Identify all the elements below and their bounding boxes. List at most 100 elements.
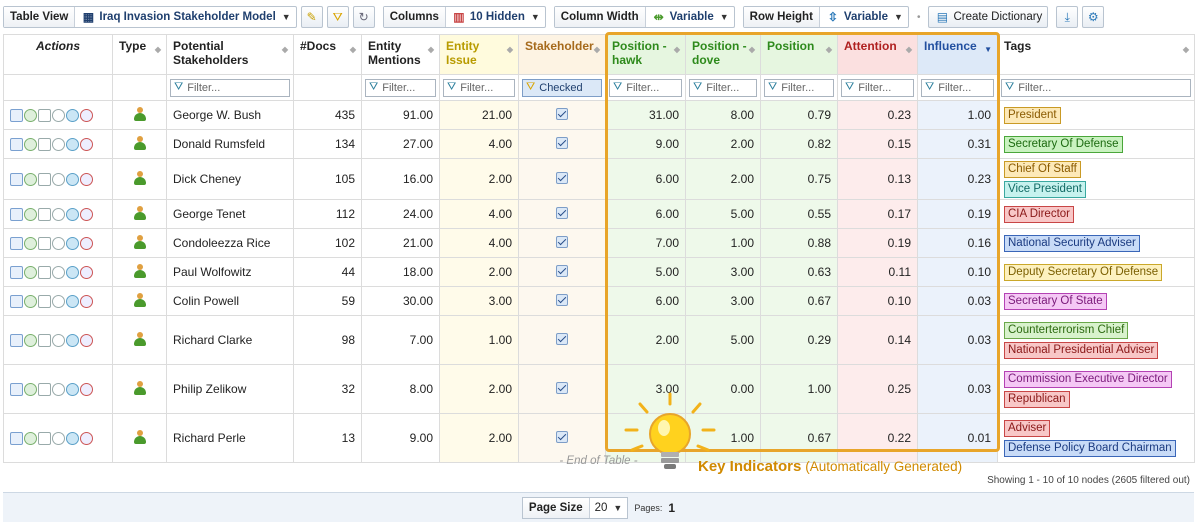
tag[interactable]: Vice President	[1004, 181, 1086, 198]
filter-position[interactable]: ⛛ Filter...	[764, 78, 834, 97]
network-icon[interactable]	[24, 236, 37, 250]
table-row[interactable]: Colin Powell 59 30.00 3.00 6.00 3.00 0.67 0.10 0…	[3, 286, 1195, 316]
row-height-selector[interactable]: Row Height ⇳ Variable ▼	[742, 6, 909, 28]
tag[interactable]: Secretary Of State	[1004, 293, 1107, 310]
col-position[interactable]: Position ◆	[760, 34, 838, 75]
col-type[interactable]: Type ◆	[112, 34, 167, 75]
tag[interactable]: Adviser	[1004, 420, 1051, 437]
network-icon[interactable]	[24, 137, 37, 151]
delete-icon[interactable]	[80, 108, 93, 122]
columns-selector[interactable]: Columns ▥ 10 Hidden ▼	[382, 6, 546, 28]
col-position-dove[interactable]: Position - dove ◆	[685, 34, 761, 75]
delete-icon[interactable]	[80, 294, 93, 308]
globe-icon[interactable]	[66, 382, 79, 396]
col-entity-mentions[interactable]: Entity Mentions ◆	[361, 34, 440, 75]
graph-icon[interactable]	[10, 207, 23, 221]
graph-icon[interactable]	[10, 172, 23, 186]
col-attention[interactable]: Attention ◆	[837, 34, 918, 75]
document-icon[interactable]	[38, 382, 51, 396]
stakeholder-checkbox[interactable]	[556, 293, 568, 306]
table-view-selector[interactable]: Table View ▦ Iraq Invasion Stakeholder M…	[3, 6, 297, 28]
tag[interactable]: National Presidential Adviser	[1004, 342, 1159, 359]
magnify-icon[interactable]	[52, 431, 65, 445]
table-row[interactable]: George Tenet 112 24.00 4.00 6.00 5.00 0.55 0.17…	[3, 199, 1195, 229]
delete-icon[interactable]	[80, 207, 93, 221]
graph-icon[interactable]	[10, 382, 23, 396]
document-icon[interactable]	[38, 431, 51, 445]
magnify-icon[interactable]	[52, 236, 65, 250]
create-dictionary-button[interactable]: ▤ Create Dictionary	[928, 6, 1049, 28]
globe-icon[interactable]	[66, 265, 79, 279]
delete-icon[interactable]	[80, 172, 93, 186]
filter-influence[interactable]: ⛛ Filter...	[921, 78, 994, 97]
network-icon[interactable]	[24, 431, 37, 445]
cell-name[interactable]: George Tenet	[166, 199, 294, 229]
delete-icon[interactable]	[80, 236, 93, 250]
filter-attention[interactable]: ⛛ Filter...	[841, 78, 914, 97]
filter-stakeholder[interactable]: ⛛ Checked	[522, 78, 602, 97]
stakeholder-checkbox[interactable]	[556, 264, 568, 277]
tag[interactable]: Deputy Secretary Of Defense	[1004, 264, 1163, 281]
globe-icon[interactable]	[66, 207, 79, 221]
stakeholder-checkbox[interactable]	[556, 136, 568, 149]
magnify-icon[interactable]	[52, 172, 65, 186]
graph-icon[interactable]	[10, 333, 23, 347]
globe-icon[interactable]	[66, 431, 79, 445]
tag[interactable]: Secretary Of Defense	[1004, 136, 1123, 153]
filter-position-hawk[interactable]: ⛛ Filter...	[609, 78, 682, 97]
graph-icon[interactable]	[10, 431, 23, 445]
page-number[interactable]: 1	[668, 501, 675, 515]
graph-icon[interactable]	[10, 236, 23, 250]
tag[interactable]: National Security Adviser	[1004, 235, 1140, 252]
globe-icon[interactable]	[66, 294, 79, 308]
document-icon[interactable]	[38, 207, 51, 221]
col-position-hawk[interactable]: Position - hawk ◆	[605, 34, 686, 75]
filter-entity-issue[interactable]: ⛛ Filter...	[443, 78, 515, 97]
globe-icon[interactable]	[66, 172, 79, 186]
refresh-button[interactable]: ↻	[352, 6, 375, 28]
col-tags[interactable]: Tags ◆	[997, 34, 1195, 75]
magnify-icon[interactable]	[52, 265, 65, 279]
document-icon[interactable]	[38, 294, 51, 308]
delete-icon[interactable]	[80, 265, 93, 279]
magnify-icon[interactable]	[52, 294, 65, 308]
magnify-icon[interactable]	[52, 333, 65, 347]
col-entity-issue[interactable]: Entity Issue ◆	[439, 34, 519, 75]
document-icon[interactable]	[38, 333, 51, 347]
document-icon[interactable]	[38, 265, 51, 279]
globe-icon[interactable]	[66, 333, 79, 347]
tag[interactable]: Counterterrorism Chief	[1004, 322, 1129, 339]
settings-button[interactable]: ⚙	[1082, 6, 1105, 28]
cell-name[interactable]: Paul Wolfowitz	[166, 257, 294, 287]
graph-icon[interactable]	[10, 265, 23, 279]
network-icon[interactable]	[24, 333, 37, 347]
col-actions[interactable]: Actions	[3, 34, 113, 75]
table-row[interactable]: Philip Zelikow 32 8.00 2.00 3.00 0.00 1.00 0.25…	[3, 364, 1195, 414]
cell-name[interactable]: Richard Clarke	[166, 315, 294, 365]
network-icon[interactable]	[24, 172, 37, 186]
col-stakeholder[interactable]: Stakeholder ◆	[518, 34, 606, 75]
filter-entity-mentions[interactable]: ⛛ Filter...	[365, 78, 436, 97]
filter-position-dove[interactable]: ⛛ Filter...	[689, 78, 757, 97]
col-potential-stakeholders[interactable]: Potential Stakeholders ◆	[166, 34, 294, 75]
table-row[interactable]: Richard Clarke 98 7.00 1.00 2.00 5.00 0.29 0.14…	[3, 315, 1195, 365]
table-row[interactable]: George W. Bush 435 91.00 21.00 31.00 8.00 0.79…	[3, 100, 1195, 130]
stakeholder-checkbox[interactable]	[556, 235, 568, 248]
delete-icon[interactable]	[80, 333, 93, 347]
edit-view-button[interactable]: ✎	[300, 6, 323, 28]
document-icon[interactable]	[38, 172, 51, 186]
globe-icon[interactable]	[66, 236, 79, 250]
clear-filters-button[interactable]: ⛛	[326, 6, 349, 28]
cell-name[interactable]: Condoleezza Rice	[166, 228, 294, 258]
export-button[interactable]: ⤓	[1056, 6, 1079, 28]
document-icon[interactable]	[38, 236, 51, 250]
stakeholder-checkbox[interactable]	[556, 332, 568, 345]
table-row[interactable]: Donald Rumsfeld 134 27.00 4.00 9.00 2.00 0.82 0…	[3, 129, 1195, 159]
magnify-icon[interactable]	[52, 108, 65, 122]
delete-icon[interactable]	[80, 137, 93, 151]
stakeholder-checkbox[interactable]	[556, 107, 568, 120]
stakeholder-checkbox[interactable]	[556, 430, 568, 443]
graph-icon[interactable]	[10, 108, 23, 122]
cell-name[interactable]: Dick Cheney	[166, 158, 294, 200]
graph-icon[interactable]	[10, 137, 23, 151]
